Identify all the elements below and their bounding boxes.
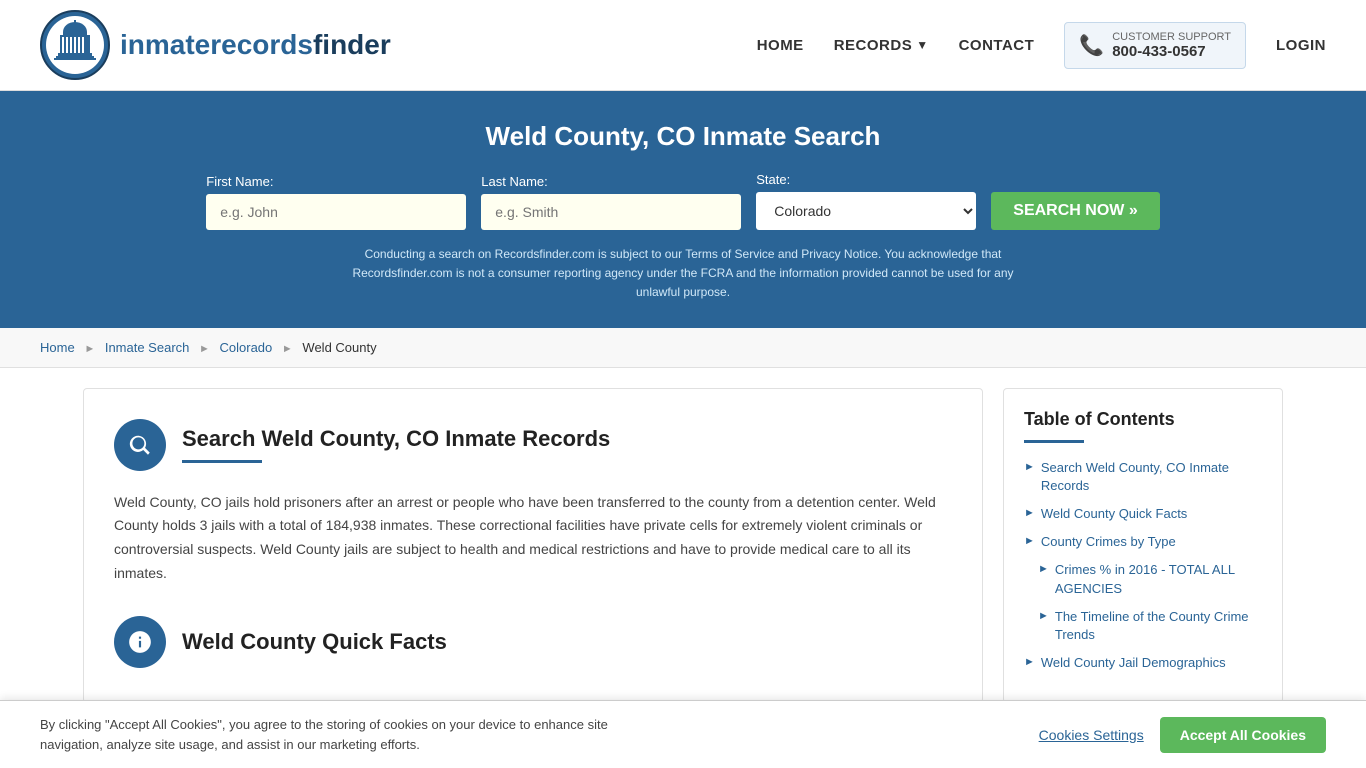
toc-item-5[interactable]: ► The Timeline of the County Crime Trend…: [1024, 608, 1262, 644]
main-nav: HOME RECORDS ▼ CONTACT 📞 CUSTOMER SUPPOR…: [757, 22, 1326, 69]
toc-link-5[interactable]: The Timeline of the County Crime Trends: [1055, 608, 1262, 644]
disclaimer-text: Conducting a search on Recordsfinder.com…: [333, 245, 1033, 303]
site-header: inmaterecordsfinder HOME RECORDS ▼ CONTA…: [0, 0, 1366, 91]
content-area: Search Weld County, CO Inmate Records We…: [83, 388, 983, 704]
toc-chevron-5: ►: [1038, 610, 1049, 622]
breadcrumb-home[interactable]: Home: [40, 340, 75, 355]
search-form: First Name: Last Name: State: Colorado A…: [40, 172, 1326, 230]
toc-link-2[interactable]: Weld County Quick Facts: [1041, 505, 1187, 523]
main-content: Search Weld County, CO Inmate Records We…: [43, 368, 1323, 724]
cookie-banner: By clicking "Accept All Cookies", you ag…: [0, 700, 1366, 768]
section1-divider: [182, 460, 262, 463]
toc-item-2[interactable]: ► Weld County Quick Facts: [1024, 505, 1262, 523]
banner-title: Weld County, CO Inmate Search: [40, 121, 1326, 152]
last-name-label: Last Name:: [481, 174, 547, 189]
first-name-label: First Name:: [206, 174, 273, 189]
last-name-input[interactable]: [481, 194, 741, 230]
toc-chevron-4: ►: [1038, 563, 1049, 575]
search-now-button[interactable]: SEARCH NOW »: [991, 192, 1159, 230]
state-select[interactable]: Colorado Alabama Alaska Arizona Californ…: [756, 192, 976, 230]
section1-body: Weld County, CO jails hold prisoners aft…: [114, 491, 952, 586]
magnifier-icon: [127, 432, 153, 458]
logo-area[interactable]: inmaterecordsfinder: [40, 10, 391, 80]
toc-link-4[interactable]: Crimes % in 2016 - TOTAL ALL AGENCIES: [1055, 561, 1262, 597]
last-name-group: Last Name:: [481, 174, 741, 230]
nav-login[interactable]: LOGIN: [1276, 37, 1326, 54]
cookies-settings-button[interactable]: Cookies Settings: [1039, 727, 1144, 743]
toc-box: Table of Contents ► Search Weld County, …: [1003, 388, 1283, 704]
info-icon: [127, 629, 153, 655]
toc-item-3[interactable]: ► County Crimes by Type: [1024, 533, 1262, 551]
logo-text: inmaterecordsfinder: [120, 29, 391, 61]
search-section-icon: [114, 419, 166, 471]
toc-item-6[interactable]: ► Weld County Jail Demographics: [1024, 654, 1262, 672]
nav-records[interactable]: RECORDS ▼: [834, 37, 929, 54]
breadcrumb-sep-2: ►: [199, 343, 210, 355]
breadcrumb-colorado[interactable]: Colorado: [220, 340, 273, 355]
breadcrumb: Home ► Inmate Search ► Colorado ► Weld C…: [0, 328, 1366, 368]
first-name-group: First Name:: [206, 174, 466, 230]
toc-divider: [1024, 440, 1084, 443]
breadcrumb-sep-1: ►: [84, 343, 95, 355]
headset-icon: 📞: [1079, 33, 1104, 58]
section1-header: Search Weld County, CO Inmate Records: [114, 419, 952, 471]
breadcrumb-sep-3: ►: [282, 343, 293, 355]
section2-title: Weld County Quick Facts: [182, 629, 447, 655]
toc-chevron-2: ►: [1024, 507, 1035, 519]
toc-item-1[interactable]: ► Search Weld County, CO Inmate Records: [1024, 459, 1262, 495]
state-label: State:: [756, 172, 790, 187]
toc-title: Table of Contents: [1024, 409, 1262, 430]
sidebar: Table of Contents ► Search Weld County, …: [1003, 388, 1283, 704]
logo-icon: [40, 10, 110, 80]
first-name-input[interactable]: [206, 194, 466, 230]
support-phone: 800-433-0567: [1112, 43, 1231, 60]
customer-support[interactable]: 📞 CUSTOMER SUPPORT 800-433-0567: [1064, 22, 1246, 69]
toc-chevron-1: ►: [1024, 461, 1035, 473]
toc-chevron-3: ►: [1024, 535, 1035, 547]
toc-link-6[interactable]: Weld County Jail Demographics: [1041, 654, 1226, 672]
cookie-actions: Cookies Settings Accept All Cookies: [1039, 717, 1326, 753]
support-label: CUSTOMER SUPPORT: [1112, 31, 1231, 43]
toc-link-3[interactable]: County Crimes by Type: [1041, 533, 1176, 551]
accept-all-cookies-button[interactable]: Accept All Cookies: [1160, 717, 1326, 753]
facts-section-icon: [114, 616, 166, 668]
state-group: State: Colorado Alabama Alaska Arizona C…: [756, 172, 976, 230]
cookie-text: By clicking "Accept All Cookies", you ag…: [40, 715, 640, 754]
breadcrumb-inmate-search[interactable]: Inmate Search: [105, 340, 190, 355]
toc-item-4[interactable]: ► Crimes % in 2016 - TOTAL ALL AGENCIES: [1024, 561, 1262, 597]
nav-contact[interactable]: CONTACT: [959, 37, 1035, 54]
toc-chevron-6: ►: [1024, 656, 1035, 668]
toc-link-1[interactable]: Search Weld County, CO Inmate Records: [1041, 459, 1262, 495]
records-chevron-icon: ▼: [916, 38, 928, 52]
section2-header: Weld County Quick Facts: [114, 616, 952, 668]
nav-home[interactable]: HOME: [757, 37, 804, 54]
search-banner: Weld County, CO Inmate Search First Name…: [0, 91, 1366, 328]
breadcrumb-current: Weld County: [302, 340, 376, 355]
section1-title: Search Weld County, CO Inmate Records: [182, 426, 610, 452]
